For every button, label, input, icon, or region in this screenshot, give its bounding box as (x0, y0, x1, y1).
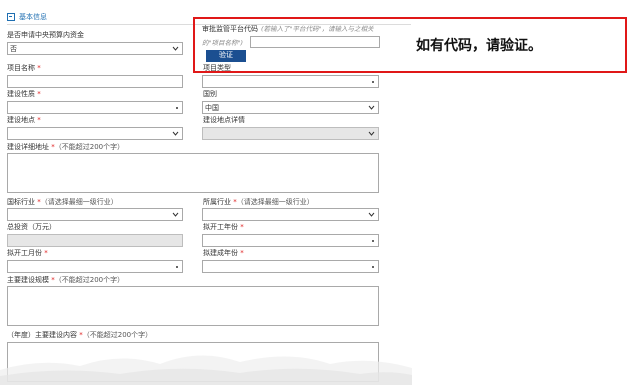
dropdown-dot-icon (176, 107, 178, 109)
project-name-input[interactable] (7, 75, 183, 88)
site-detail-label: 建设地点详情 (203, 116, 245, 124)
dropdown-dot-icon (372, 240, 374, 242)
national-industry-select[interactable] (7, 208, 183, 221)
planned-start-month-label: 拟开工月份 * (7, 249, 48, 257)
project-type-label: 项目类型 (203, 64, 231, 72)
planned-start-year-label: 拟开工年份 * (203, 223, 244, 231)
chevron-down-icon (172, 46, 179, 51)
construction-site-select[interactable] (7, 127, 183, 140)
construction-site-label: 建设地点 * (7, 116, 41, 124)
country-label: 国别 (203, 90, 217, 98)
site-detail-select[interactable] (202, 127, 379, 140)
dropdown-dot-icon (372, 81, 374, 83)
belonging-industry-label: 所属行业 *（请选择最细一级行业） (203, 198, 314, 206)
collapse-icon[interactable] (7, 13, 15, 21)
belonging-industry-select[interactable] (202, 208, 379, 221)
main-scale-label: 主要建设规模 *（不能超过200个字） (7, 276, 125, 284)
dropdown-dot-icon (176, 266, 178, 268)
planned-start-year-select[interactable] (202, 234, 379, 247)
central-budget-value: 否 (10, 45, 17, 53)
construction-nature-select[interactable] (7, 101, 183, 114)
chevron-down-icon (172, 212, 179, 217)
country-value: 中国 (205, 104, 219, 112)
detail-address-label: 建设详细地址 *（不能超过200个字） (7, 143, 125, 151)
chevron-down-icon (368, 131, 375, 136)
section-title: 基本信息 (19, 13, 47, 21)
annual-content-label: （年度）主要建设内容 *（不能超过200个字） (7, 331, 153, 339)
planned-start-month-select[interactable] (7, 260, 183, 273)
country-select[interactable]: 中国 (202, 101, 379, 114)
chevron-down-icon (368, 105, 375, 110)
planned-completion-year-label: 拟建成年份 * (203, 249, 244, 257)
total-investment-label: 总投资（万元） (7, 223, 56, 231)
planned-completion-year-select[interactable] (202, 260, 379, 273)
central-budget-select[interactable]: 否 (7, 42, 183, 55)
national-industry-label: 国标行业 *（请选择最细一级行业） (7, 198, 118, 206)
chevron-down-icon (368, 212, 375, 217)
dropdown-dot-icon (372, 266, 374, 268)
mountain-watermark (0, 355, 412, 385)
project-name-label: 项目名称 * (7, 64, 41, 72)
construction-nature-label: 建设性质 * (7, 90, 41, 98)
project-type-select[interactable] (202, 75, 379, 88)
section-header: 基本信息 (7, 12, 47, 22)
total-investment-input[interactable] (7, 234, 183, 247)
chevron-down-icon (172, 131, 179, 136)
main-scale-textarea[interactable] (7, 286, 379, 326)
callout-text: 如有代码，请验证。 (416, 38, 542, 54)
detail-address-textarea[interactable] (7, 153, 379, 193)
central-budget-label: 是否申请中央预算内资金 (7, 31, 84, 39)
highlight-box (193, 17, 627, 73)
